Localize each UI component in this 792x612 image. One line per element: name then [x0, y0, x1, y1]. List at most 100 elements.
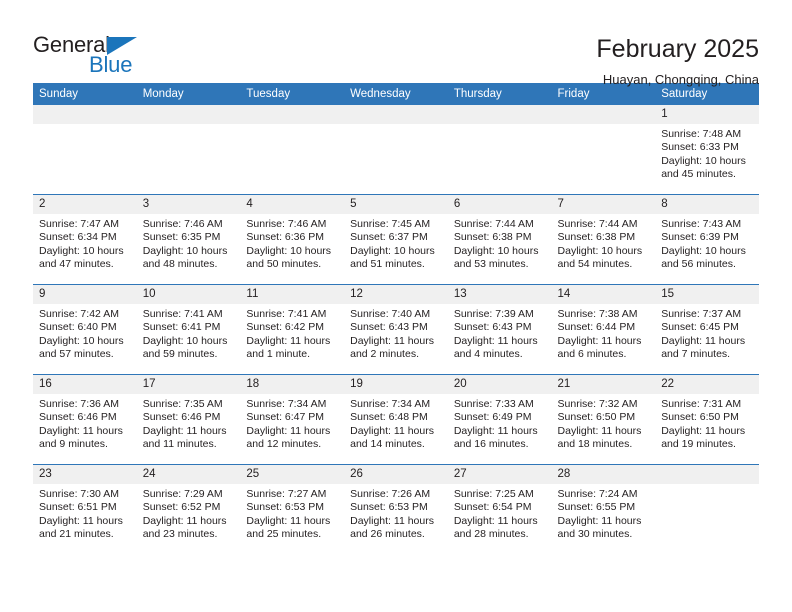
calendar-day-cell[interactable]: 21 Sunrise: 7:32 AM Sunset: 6:50 PM Dayligh…	[551, 374, 656, 465]
calendar-day-cell[interactable]: 10 Sunrise: 7:41 AM Sunset: 6:41 PM Dayligh…	[136, 284, 241, 375]
day-number: 12	[344, 285, 448, 304]
day-sun-info: Sunrise: 7:40 AM Sunset: 6:43 PM Daylight:…	[344, 304, 448, 362]
sunrise-text: Sunrise: 7:29 AM	[142, 488, 223, 500]
day-sun-info: Sunrise: 7:30 AM Sunset: 6:51 PM Daylight:…	[33, 484, 137, 542]
day-sun-info: Sunrise: 7:27 AM Sunset: 6:53 PM Daylight:…	[240, 484, 344, 542]
day-number: 14	[551, 285, 656, 304]
daylight-text: Daylight: 11 hours and 14 minutes.	[350, 424, 434, 451]
day-number: 26	[344, 465, 448, 484]
sunrise-text: Sunrise: 7:31 AM	[661, 398, 742, 410]
calendar-day-cell[interactable]: 24 Sunrise: 7:29 AM Sunset: 6:52 PM Dayligh…	[136, 464, 241, 554]
sunset-text: Sunset: 6:50 PM	[661, 411, 739, 424]
calendar-day-cell[interactable]: 7 Sunrise: 7:44 AM Sunset: 6:38 PM Daylight…	[551, 194, 656, 285]
weekday-header-monday: Monday	[136, 83, 241, 105]
daylight-text: Daylight: 11 hours and 2 minutes.	[350, 334, 434, 361]
calendar-day-cell[interactable]: 19 Sunrise: 7:34 AM Sunset: 6:48 PM Dayligh…	[344, 374, 448, 465]
calendar-day-cell[interactable]: 3 Sunrise: 7:46 AM Sunset: 6:35 PM Daylight…	[136, 194, 241, 285]
calendar-day-cell[interactable]: 25 Sunrise: 7:27 AM Sunset: 6:53 PM Dayligh…	[240, 464, 345, 554]
daylight-text: Daylight: 11 hours and 28 minutes.	[453, 514, 538, 541]
calendar-day-cell[interactable]: 15 Sunrise: 7:37 AM Sunset: 6:45 PM Dayligh…	[655, 284, 759, 375]
calendar-day-cell[interactable]: 1 Sunrise: 7:48 AM Sunset: 6:33 PM Daylight…	[655, 105, 759, 195]
day-number: 22	[655, 375, 759, 394]
calendar-day-cell[interactable]: 12 Sunrise: 7:40 AM Sunset: 6:43 PM Dayligh…	[344, 284, 448, 375]
sunset-text: Sunset: 6:34 PM	[39, 231, 117, 244]
sunset-text: Sunset: 6:55 PM	[557, 501, 636, 514]
calendar-week-row: 9 Sunrise: 7:42 AM Sunset: 6:40 PM Daylight…	[33, 284, 759, 375]
sunrise-text: Sunrise: 7:26 AM	[350, 488, 431, 500]
calendar-day-cell[interactable]: 23 Sunrise: 7:30 AM Sunset: 6:51 PM Dayligh…	[33, 464, 137, 554]
daylight-text: Daylight: 11 hours and 26 minutes.	[350, 514, 434, 541]
sunrise-text: Sunrise: 7:48 AM	[661, 128, 742, 140]
calendar-week-row: 1 Sunrise: 7:48 AM Sunset: 6:33 PM Daylight…	[33, 105, 759, 195]
calendar-day-cell[interactable]: 18 Sunrise: 7:34 AM Sunset: 6:47 PM Dayligh…	[240, 374, 345, 465]
day-sun-info: Sunrise: 7:46 AM Sunset: 6:36 PM Daylight:…	[240, 214, 344, 272]
brand-logo[interactable]: General Blue	[33, 34, 153, 82]
sunset-text: Sunset: 6:38 PM	[557, 231, 636, 244]
calendar-day-cell[interactable]: 22 Sunrise: 7:31 AM Sunset: 6:50 PM Dayligh…	[655, 374, 759, 465]
day-sun-info: Sunrise: 7:47 AM Sunset: 6:34 PM Daylight:…	[33, 214, 137, 272]
daylight-text: Daylight: 11 hours and 1 minute.	[246, 334, 331, 361]
sunrise-text: Sunrise: 7:43 AM	[661, 218, 742, 230]
daylight-text: Daylight: 11 hours and 19 minutes.	[661, 424, 746, 451]
sunset-text: Sunset: 6:50 PM	[557, 411, 636, 424]
sunset-text: Sunset: 6:45 PM	[661, 321, 739, 334]
calendar-day-cell[interactable]: 9 Sunrise: 7:42 AM Sunset: 6:40 PM Daylight…	[33, 284, 137, 375]
calendar-day-cell[interactable]: 8 Sunrise: 7:43 AM Sunset: 6:39 PM Daylight…	[655, 194, 759, 285]
day-number: 7	[551, 195, 656, 214]
day-number: 27	[447, 465, 552, 484]
sunrise-text: Sunrise: 7:36 AM	[39, 398, 119, 410]
daylight-text: Daylight: 11 hours and 7 minutes.	[661, 334, 746, 361]
day-number: 19	[344, 375, 448, 394]
day-number: 3	[136, 195, 241, 214]
sunrise-text: Sunrise: 7:46 AM	[142, 218, 223, 230]
daylight-text: Daylight: 11 hours and 18 minutes.	[557, 424, 642, 451]
sunset-text: Sunset: 6:44 PM	[557, 321, 636, 334]
day-number: 5	[344, 195, 448, 214]
day-sun-info: Sunrise: 7:42 AM Sunset: 6:40 PM Daylight:…	[33, 304, 137, 362]
day-number: 20	[447, 375, 552, 394]
daylight-text: Daylight: 11 hours and 11 minutes.	[142, 424, 227, 451]
day-sun-info: Sunrise: 7:34 AM Sunset: 6:47 PM Daylight:…	[240, 394, 344, 452]
calendar-day-cell[interactable]: 26 Sunrise: 7:26 AM Sunset: 6:53 PM Dayligh…	[344, 464, 448, 554]
calendar-day-cell[interactable]: 16 Sunrise: 7:36 AM Sunset: 6:46 PM Dayligh…	[33, 374, 137, 465]
page-title: February 2025	[596, 35, 759, 63]
day-sun-info: Sunrise: 7:41 AM Sunset: 6:42 PM Daylight:…	[240, 304, 344, 362]
calendar-day-cell[interactable]: 20 Sunrise: 7:33 AM Sunset: 6:49 PM Dayligh…	[447, 374, 552, 465]
calendar-day-cell[interactable]: 14 Sunrise: 7:38 AM Sunset: 6:44 PM Dayligh…	[551, 284, 656, 375]
calendar-day-cell[interactable]: 28 Sunrise: 7:24 AM Sunset: 6:55 PM Dayligh…	[551, 464, 656, 554]
calendar-cell-empty	[136, 105, 241, 195]
day-sun-info: Sunrise: 7:43 AM Sunset: 6:39 PM Daylight:…	[655, 214, 759, 272]
calendar-day-cell[interactable]: 27 Sunrise: 7:25 AM Sunset: 6:54 PM Dayligh…	[447, 464, 552, 554]
calendar-day-cell[interactable]: 5 Sunrise: 7:45 AM Sunset: 6:37 PM Daylight…	[344, 194, 448, 285]
sunrise-text: Sunrise: 7:46 AM	[246, 218, 327, 230]
calendar-day-cell[interactable]: 6 Sunrise: 7:44 AM Sunset: 6:38 PM Daylight…	[447, 194, 552, 285]
day-sun-info: Sunrise: 7:36 AM Sunset: 6:46 PM Daylight:…	[33, 394, 137, 452]
day-number: 11	[240, 285, 345, 304]
sunset-text: Sunset: 6:46 PM	[39, 411, 117, 424]
weekday-header-tuesday: Tuesday	[240, 83, 345, 105]
calendar-cell-empty	[551, 105, 656, 195]
calendar-day-cell[interactable]: 13 Sunrise: 7:39 AM Sunset: 6:43 PM Dayligh…	[447, 284, 552, 375]
day-number: 8	[655, 195, 759, 214]
daylight-text: Daylight: 10 hours and 53 minutes.	[453, 244, 539, 271]
day-number	[655, 465, 759, 484]
day-number: 6	[447, 195, 552, 214]
sunset-text: Sunset: 6:54 PM	[453, 501, 532, 514]
sunset-text: Sunset: 6:46 PM	[142, 411, 221, 424]
calendar-day-cell[interactable]: 2 Sunrise: 7:47 AM Sunset: 6:34 PM Daylight…	[33, 194, 137, 285]
weekday-header-sunday: Sunday	[33, 83, 137, 105]
calendar-day-cell[interactable]: 4 Sunrise: 7:46 AM Sunset: 6:36 PM Daylight…	[240, 194, 345, 285]
calendar-day-cell[interactable]: 11 Sunrise: 7:41 AM Sunset: 6:42 PM Dayligh…	[240, 284, 345, 375]
sunrise-text: Sunrise: 7:41 AM	[142, 308, 223, 320]
day-sun-info: Sunrise: 7:24 AM Sunset: 6:55 PM Daylight:…	[552, 484, 656, 542]
day-sun-info: Sunrise: 7:31 AM Sunset: 6:50 PM Daylight:…	[655, 394, 759, 452]
sunset-text: Sunset: 6:43 PM	[453, 321, 532, 334]
day-number	[551, 105, 656, 124]
sunrise-text: Sunrise: 7:34 AM	[350, 398, 431, 410]
calendar-week-row: 23 Sunrise: 7:30 AM Sunset: 6:51 PM Dayligh…	[33, 464, 759, 554]
calendar-day-cell[interactable]: 17 Sunrise: 7:35 AM Sunset: 6:46 PM Dayligh…	[136, 374, 241, 465]
sunrise-text: Sunrise: 7:37 AM	[661, 308, 742, 320]
daylight-text: Daylight: 10 hours and 57 minutes.	[39, 334, 124, 361]
day-sun-info: Sunrise: 7:44 AM Sunset: 6:38 PM Daylight:…	[552, 214, 656, 272]
daylight-text: Daylight: 10 hours and 59 minutes.	[142, 334, 228, 361]
